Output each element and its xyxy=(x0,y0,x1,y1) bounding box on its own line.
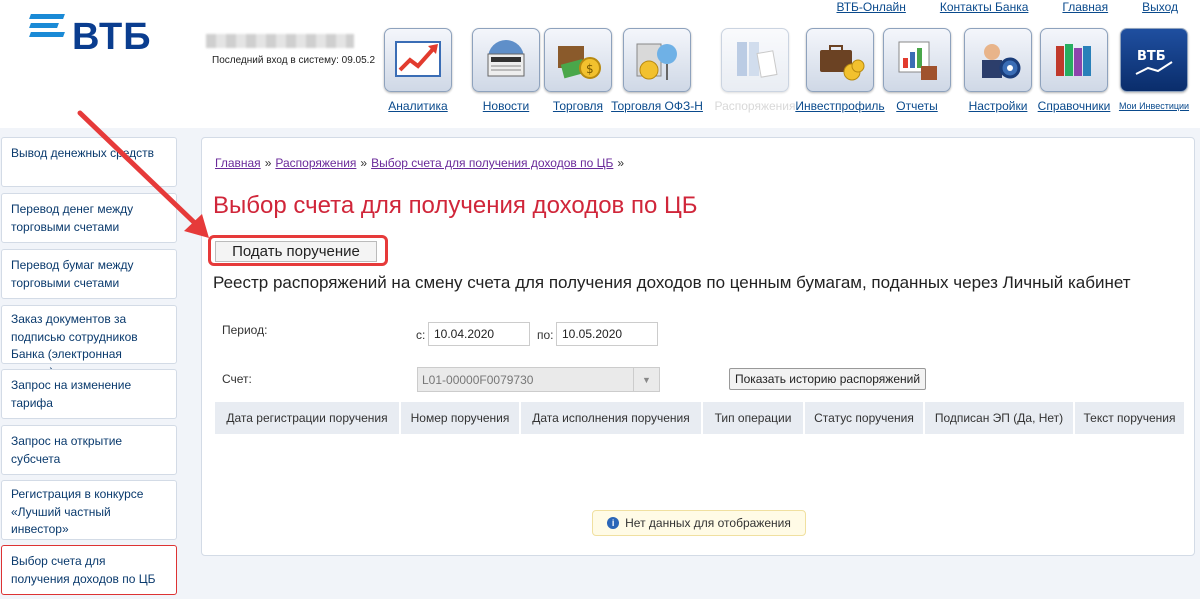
col-operation-type[interactable]: Тип операции xyxy=(703,402,805,434)
col-order-text[interactable]: Текст поручения xyxy=(1075,402,1184,434)
analytics-icon xyxy=(384,28,452,92)
col-order-status[interactable]: Статус поручения xyxy=(805,402,925,434)
to-label: по: xyxy=(537,328,554,342)
app-settings[interactable]: Настройки xyxy=(964,28,1032,113)
sidebar-item-documents-order[interactable]: Заказ документов за подписью сотрудников… xyxy=(1,305,177,379)
link-home[interactable]: Главная xyxy=(1062,0,1108,14)
header: ВТБ ВТБ-Онлайн Контакты Банка Главная Вы… xyxy=(0,0,1200,128)
reference-books-icon xyxy=(1040,28,1108,92)
col-order-number[interactable]: Номер поручения xyxy=(401,402,521,434)
sidebar-item-transfer-securities[interactable]: Перевод бумаг между торговыми счетами xyxy=(1,249,177,299)
page-title: Выбор счета для получения доходов по ЦБ xyxy=(213,192,698,219)
sidebar-item-contest[interactable]: Регистрация в конкурсе «Лучший частный и… xyxy=(1,480,177,540)
reports-icon xyxy=(883,28,951,92)
app-orders: Распоряжения xyxy=(714,28,796,113)
account-select[interactable]: L01-00000F0079730 ▼ xyxy=(417,367,660,392)
vtb-logo[interactable]: ВТБ xyxy=(29,14,160,58)
sidebar-item-subaccount[interactable]: Запрос на открытие субсчета xyxy=(1,425,177,475)
logo-stripes-icon xyxy=(29,14,65,41)
breadcrumb: Главная» Распоряжения» Выбор счета для пол… xyxy=(215,156,625,170)
date-from-input[interactable]: 10.04.2020 xyxy=(428,322,530,346)
show-history-button[interactable]: Показать историю распоряжений xyxy=(729,368,926,390)
top-links: ВТБ-Онлайн Контакты Банка Главная Выход xyxy=(837,0,1179,14)
sidebar-item-transfer-money[interactable]: Перевод денег между торговыми счетами xyxy=(1,193,177,243)
submit-highlight-frame: Подать поручение xyxy=(208,235,388,266)
breadcrumb-current[interactable]: Выбор счета для получения доходов по ЦБ xyxy=(371,156,613,170)
app-analytics[interactable]: Аналитика xyxy=(384,28,452,113)
app-news[interactable]: Новости xyxy=(472,28,540,113)
trading-icon: $ xyxy=(544,28,612,92)
period-label: Период: xyxy=(222,323,268,337)
col-registration-date[interactable]: Дата регистрации поручения xyxy=(215,402,401,434)
account-label: Счет: xyxy=(222,372,252,386)
orders-icon xyxy=(721,28,789,92)
news-icon xyxy=(472,28,540,92)
app-trading[interactable]: $ Торговля xyxy=(544,28,612,113)
col-execution-date[interactable]: Дата исполнения поручения xyxy=(521,402,703,434)
sidebar-item-tariff-change[interactable]: Запрос на изменение тарифа xyxy=(1,369,177,419)
svg-text:ВТБ: ВТБ xyxy=(1137,49,1166,64)
submit-order-button[interactable]: Подать поручение xyxy=(215,241,377,262)
invest-profile-icon xyxy=(806,28,874,92)
breadcrumb-orders[interactable]: Распоряжения xyxy=(275,156,356,170)
from-label: с: xyxy=(416,328,426,342)
link-vtb-online[interactable]: ВТБ-Онлайн xyxy=(837,0,906,14)
app-reports[interactable]: Отчеты xyxy=(883,28,951,113)
link-logout[interactable]: Выход xyxy=(1142,0,1178,14)
main-panel: Главная» Распоряжения» Выбор счета для пол… xyxy=(201,137,1195,556)
sidebar-item-income-account[interactable]: Выбор счета для получения доходов по ЦБ xyxy=(1,545,177,595)
svg-text:$: $ xyxy=(586,62,594,76)
ofz-trading-icon xyxy=(623,28,691,92)
link-bank-contacts[interactable]: Контакты Банка xyxy=(940,0,1029,14)
logo-text: ВТБ xyxy=(72,16,152,58)
date-to-input[interactable]: 10.05.2020 xyxy=(556,322,658,346)
account-select-value: L01-00000F0079730 xyxy=(422,373,534,387)
info-icon: i xyxy=(607,517,620,529)
app-ofz-trading[interactable]: Торговля ОФЗ-Н xyxy=(611,28,703,113)
app-reference-books[interactable]: Справочники xyxy=(1038,28,1110,113)
app-invest-profile[interactable]: Инвестпрофиль xyxy=(795,28,885,113)
no-data-notice: i Нет данных для отображения xyxy=(592,510,806,536)
orders-table-header: Дата регистрации поручения Номер поручен… xyxy=(215,402,1184,434)
breadcrumb-home[interactable]: Главная xyxy=(215,156,261,170)
no-data-text: Нет данных для отображения xyxy=(625,516,791,530)
my-investments-icon: ВТБ xyxy=(1120,28,1188,92)
registry-title: Реестр распоряжений на смену счета для п… xyxy=(213,273,1131,292)
settings-icon xyxy=(964,28,1032,92)
blurred-username xyxy=(206,34,354,48)
chevron-down-icon[interactable]: ▼ xyxy=(633,368,659,391)
sidebar-item-withdraw[interactable]: Вывод денежных средств xyxy=(1,137,177,187)
last-login-text: Последний вход в систему: 09.05.2 xyxy=(212,55,376,66)
col-signed-ep[interactable]: Подписан ЭП (Да, Нет) xyxy=(925,402,1075,434)
app-my-investments[interactable]: ВТБ Мои Инвестиции xyxy=(1119,28,1189,111)
